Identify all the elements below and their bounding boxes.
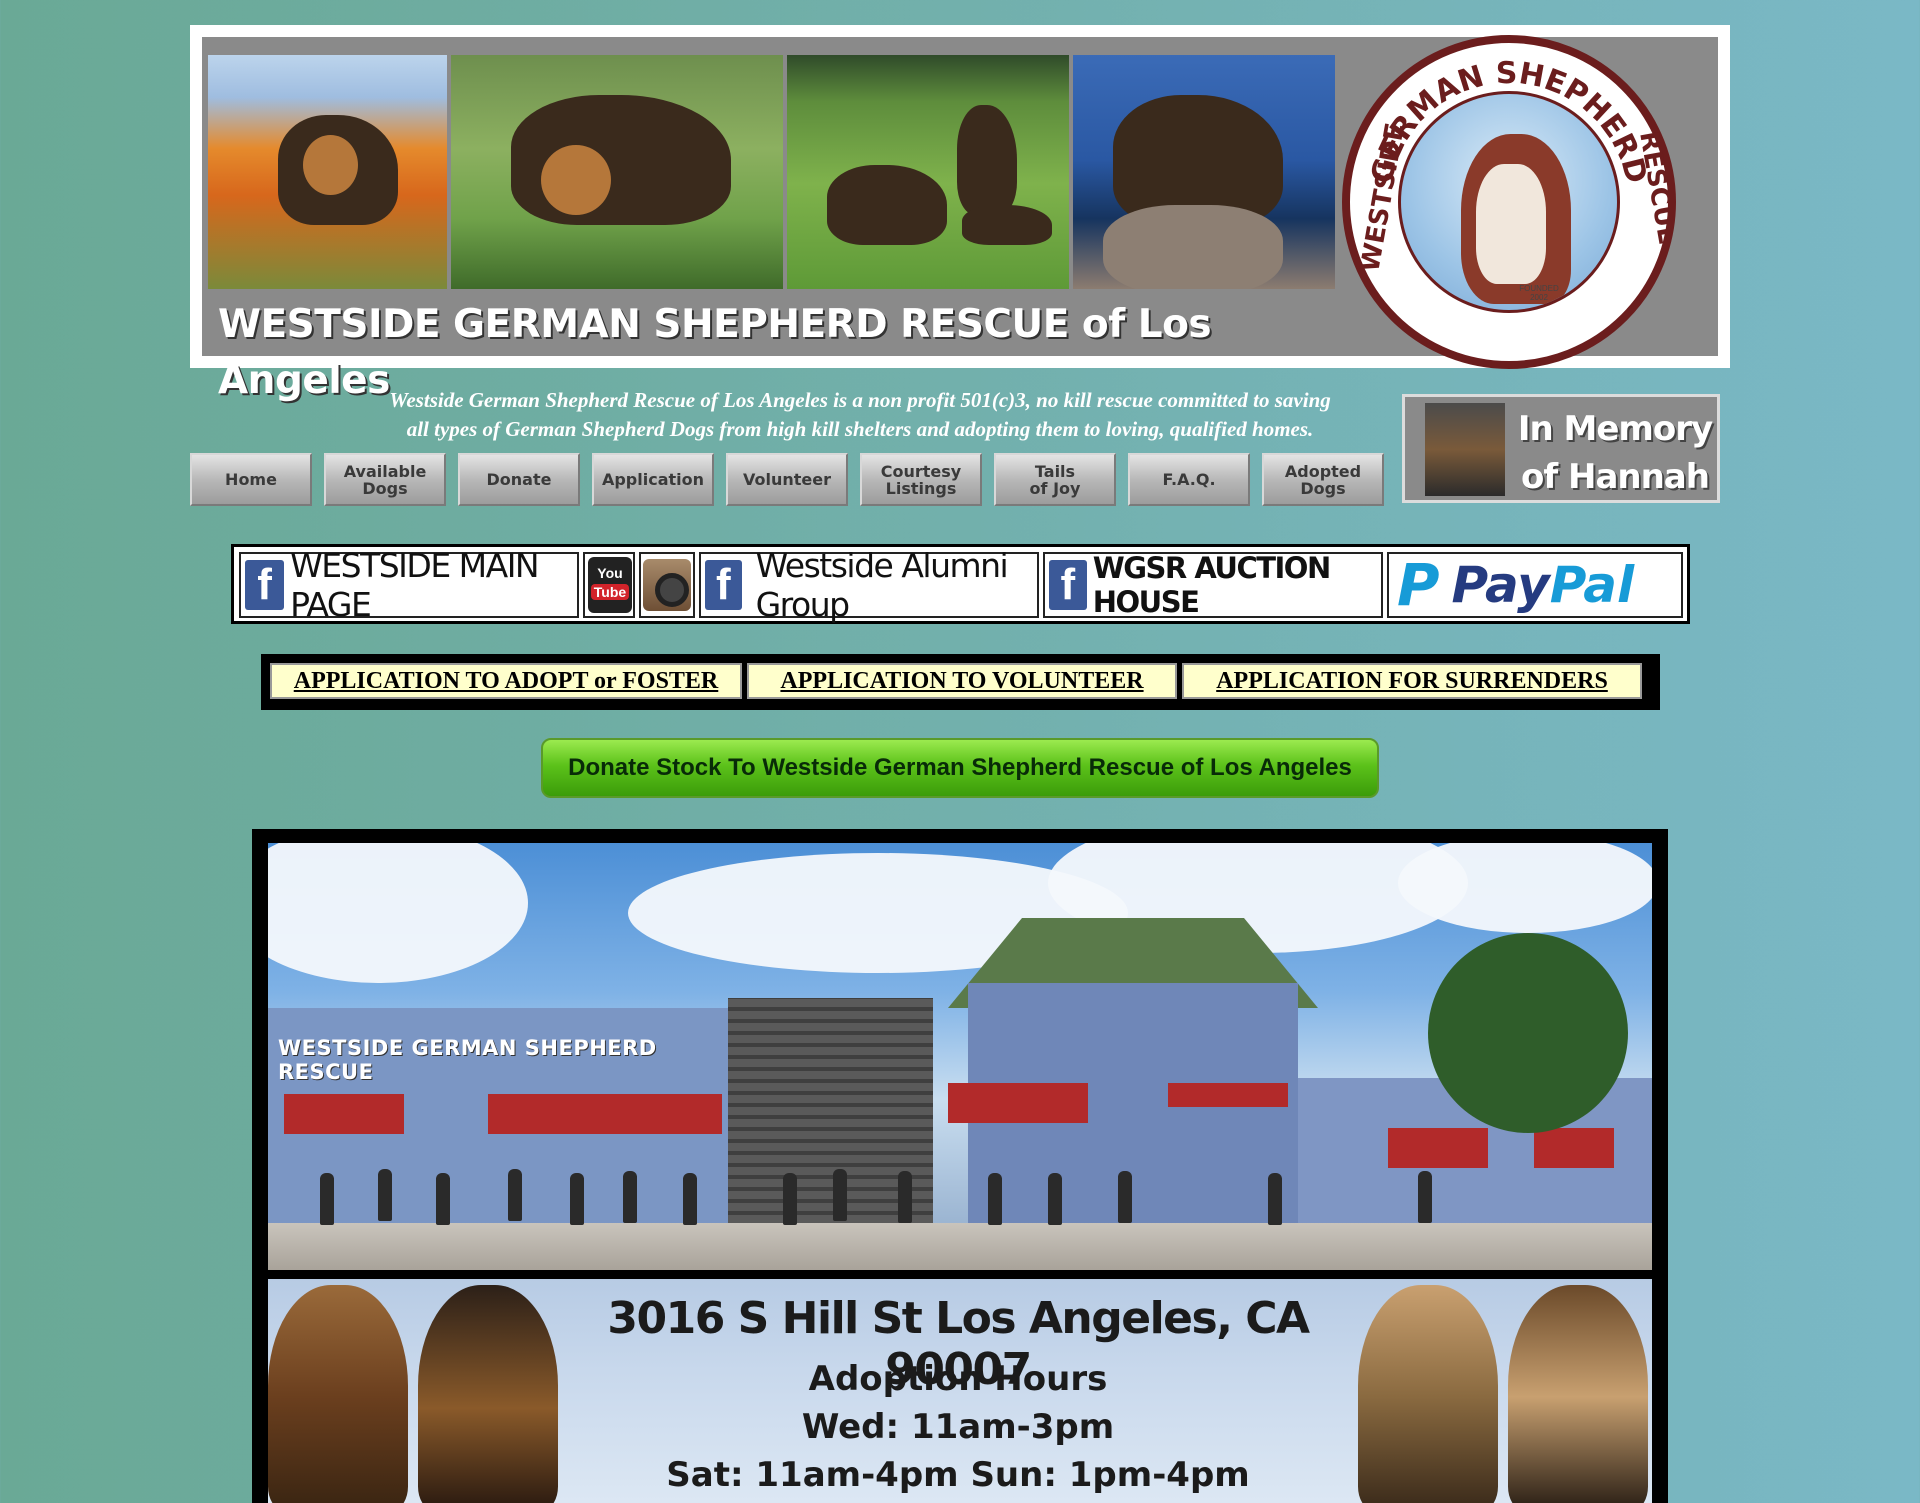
svg-text:RESCUE: RESCUE [1633, 129, 1668, 247]
mission-line-1: Westside German Shepherd Rescue of Los A… [389, 388, 1331, 412]
facebook-main-page-link[interactable]: f WESTSIDE MAIN PAGE [239, 546, 579, 624]
application-adopt-foster-link[interactable]: APPLICATION TO ADOPT or FOSTER [270, 663, 742, 699]
instagram-icon [643, 559, 691, 611]
adoption-hours-title: Adoption Hours [808, 1359, 1108, 1399]
rescue-seal-logo: GERMAN SHEPHERD OF LOS ANGELES WESTSIDE … [1342, 35, 1676, 369]
nav-tails-of-joy-button[interactable]: Tails of Joy [994, 453, 1116, 506]
shelter-building-photo: WESTSIDE GERMAN SHEPHERD RESCUE [268, 843, 1652, 1270]
nav-faq-button[interactable]: F.A.Q. [1128, 453, 1250, 506]
dog-photo-park [787, 55, 1069, 289]
facebook-icon: f [705, 560, 742, 610]
facebook-main-page-label: WESTSIDE MAIN PAGE [290, 546, 539, 624]
nav-courtesy-listings-button[interactable]: Courtesy Listings [860, 453, 982, 506]
dog-photo-lake [1073, 55, 1335, 289]
application-surrenders-link[interactable]: APPLICATION FOR SURRENDERS [1182, 663, 1642, 699]
banner-title: WESTSIDE GERMAN SHEPHERD RESCUE of Los A… [218, 302, 1212, 403]
nav-home-button[interactable]: Home [190, 453, 312, 506]
donate-stock-button[interactable]: Donate Stock To Westside German Shepherd… [541, 738, 1379, 798]
dog-portrait-1 [268, 1285, 408, 1503]
alumni-group-label: Westside Alumni Group [755, 546, 1009, 624]
nav-donate-button[interactable]: Donate [458, 453, 580, 506]
building-sign: WESTSIDE GERMAN SHEPHERD RESCUE [278, 1036, 657, 1084]
hours-wednesday: Wed: 11am-3pm [801, 1407, 1115, 1447]
youtube-icon: You Tube [588, 557, 632, 613]
mission-line-2: all types of German Shepherd Dogs from h… [406, 417, 1314, 441]
paypal-icon: P [1397, 551, 1440, 619]
youtube-link[interactable]: You Tube [583, 552, 635, 618]
in-memory-of-hannah[interactable]: In Memory of Hannah [1402, 394, 1720, 503]
facebook-icon: f [1049, 560, 1087, 610]
nav-available-dogs-button[interactable]: Available Dogs [324, 453, 446, 506]
address-hours-panel: 3016 S Hill St Los Angeles, CA 90007 Ado… [268, 1279, 1652, 1503]
paypal-wordmark: PayPal [1451, 556, 1635, 614]
facebook-icon: f [245, 560, 285, 610]
instagram-link[interactable] [639, 552, 695, 618]
dog-photo-garden [451, 55, 783, 289]
paypal-donate-link[interactable]: P PayPal [1387, 551, 1683, 619]
hannah-photo [1425, 403, 1505, 496]
nav-volunteer-button[interactable]: Volunteer [726, 453, 848, 506]
seal-dog-portrait: FOUNDED 2002 [1398, 91, 1620, 313]
applications-bar: APPLICATION TO ADOPT or FOSTER APPLICATI… [261, 654, 1660, 710]
nav-adopted-dogs-button[interactable]: Adopted Dogs [1262, 453, 1384, 506]
auction-house-label: WGSR AUCTION HOUSE [1092, 551, 1331, 619]
application-volunteer-link[interactable]: APPLICATION TO VOLUNTEER [747, 663, 1177, 699]
dog-photo-poppies [208, 55, 447, 289]
facebook-auction-house-link[interactable]: f WGSR AUCTION HOUSE [1043, 551, 1383, 619]
shelter-photo-frame: WESTSIDE GERMAN SHEPHERD RESCUE 3016 S H… [252, 829, 1668, 1503]
memory-text: In Memory of Hannah [1517, 409, 1713, 497]
dog-portrait-4 [1508, 1285, 1648, 1503]
facebook-alumni-group-link[interactable]: f Westside Alumni Group [699, 546, 1039, 624]
hours-weekend: Sat: 11am-4pm Sun: 1pm-4pm [666, 1455, 1250, 1495]
header-banner: WESTSIDE GERMAN SHEPHERD RESCUE of Los A… [190, 25, 1730, 403]
header-inner: WESTSIDE GERMAN SHEPHERD RESCUE of Los A… [202, 35, 1718, 403]
mission-statement: Westside German Shepherd Rescue of Los A… [210, 386, 1510, 444]
nav-application-button[interactable]: Application [592, 453, 714, 506]
social-links-bar: f WESTSIDE MAIN PAGE You Tube f Westside… [231, 544, 1690, 624]
seal-founded: FOUNDED 2002 [1519, 284, 1559, 302]
